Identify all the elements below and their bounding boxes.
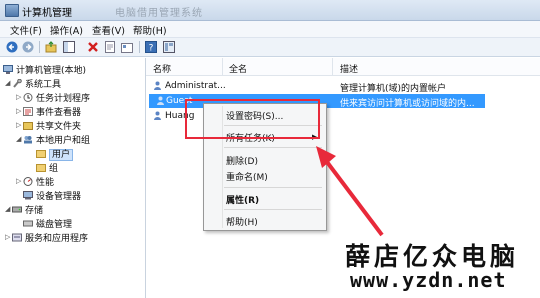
tree-item-label: 设备管理器 <box>36 192 82 202</box>
disk-icon <box>23 220 33 227</box>
tree-item-event-viewer[interactable]: ▷ 事件查看器 <box>16 105 82 118</box>
tree-item-system-tools[interactable]: ◢ 系统工具 <box>5 77 62 90</box>
expanded-arrow-icon[interactable]: ◢ <box>5 205 10 213</box>
performance-icon <box>23 177 33 186</box>
collapsed-arrow-icon[interactable]: ▷ <box>16 177 21 185</box>
show-hide-tree-icon[interactable] <box>63 41 75 53</box>
tree-item-storage[interactable]: ◢ 存储 <box>5 203 44 216</box>
tree-item-services-apps[interactable]: ▷ 服务和应用程序 <box>5 231 89 244</box>
help-icon[interactable]: ? <box>145 41 157 53</box>
mmc-icon[interactable] <box>163 41 175 53</box>
list-header: 名称 全名 描述 <box>146 58 540 76</box>
row-description: 管理计算机(域)的内置帐户 <box>340 84 447 94</box>
tree-item-task-scheduler[interactable]: ▷ 任务计划程序 <box>16 91 91 104</box>
tree-item-label: 存储 <box>25 206 44 216</box>
storage-icon <box>12 206 22 213</box>
menu-action[interactable]: 操作(A) <box>50 23 83 37</box>
toolbar-separator <box>39 41 40 53</box>
menu-divider <box>224 209 322 210</box>
tree-item-label: 组 <box>49 164 59 174</box>
tree-root[interactable]: 计算机管理(本地) <box>3 63 86 76</box>
folder-icon <box>36 164 46 172</box>
user-icon <box>157 96 164 105</box>
annotation-highlight-box <box>185 99 320 139</box>
column-header-fullname[interactable]: 全名 <box>229 62 247 75</box>
menu-item-properties[interactable]: 属性(R) <box>226 193 259 206</box>
tree-item-label: 本地用户和组 <box>36 136 91 146</box>
row-description: 供来宾访问计算机或访问域的内... <box>340 99 475 109</box>
svg-text:?: ? <box>149 44 154 54</box>
tree-item-local-users-groups[interactable]: ◢ 本地用户和组 <box>16 133 91 146</box>
collapsed-arrow-icon[interactable]: ▷ <box>16 121 21 129</box>
users-group-icon <box>24 136 32 144</box>
shared-folder-icon <box>23 122 33 130</box>
back-arrow-icon[interactable] <box>6 41 18 53</box>
tree-item-users[interactable]: 用户 <box>36 147 74 161</box>
device-manager-icon <box>23 191 33 200</box>
row-name: Administrat... <box>165 81 226 91</box>
export-list-icon[interactable] <box>121 41 133 53</box>
expanded-arrow-icon[interactable]: ◢ <box>5 79 10 87</box>
forward-arrow-icon[interactable] <box>22 41 34 53</box>
toolbar-separator <box>139 41 140 53</box>
delete-icon[interactable] <box>87 41 99 53</box>
expanded-arrow-icon[interactable]: ◢ <box>16 135 21 143</box>
menu-divider <box>224 187 322 188</box>
tree-item-groups[interactable]: 组 <box>36 161 58 174</box>
annotation-arrow-icon <box>316 146 384 237</box>
tree-item-disk-management[interactable]: 磁盘管理 <box>23 217 72 230</box>
clock-icon <box>23 93 33 102</box>
tree-item-label: 共享文件夹 <box>36 122 82 132</box>
tree-item-shared-folders[interactable]: ▷ 共享文件夹 <box>16 119 82 132</box>
tree-item-label: 系统工具 <box>25 80 62 90</box>
user-icon <box>154 81 161 90</box>
up-folder-icon[interactable] <box>45 41 57 53</box>
title-bar: 计算机管理 电脑借用管理系统 <box>0 0 540 21</box>
tree-item-label: 用户 <box>49 149 74 161</box>
tree-item-device-manager[interactable]: 设备管理器 <box>23 189 81 202</box>
table-row[interactable]: Administrat... 管理计算机(域)的内置帐户 <box>146 79 540 94</box>
menu-file[interactable]: 文件(F) <box>10 23 42 37</box>
collapsed-arrow-icon[interactable]: ▷ <box>16 93 21 101</box>
window-title: 计算机管理 <box>22 8 72 19</box>
blurred-title-text: 电脑借用管理系统 <box>115 8 203 19</box>
menu-item-delete[interactable]: 删除(D) <box>226 154 258 167</box>
tree-root-label: 计算机管理(本地) <box>16 66 87 76</box>
column-header-name[interactable]: 名称 <box>153 62 171 75</box>
toolbar: ? <box>0 38 540 57</box>
collapsed-arrow-icon[interactable]: ▷ <box>5 233 10 241</box>
computer-management-icon <box>5 4 19 17</box>
menu-divider <box>224 147 322 148</box>
tree-item-label: 服务和应用程序 <box>25 234 89 244</box>
tree-item-label: 磁盘管理 <box>36 220 73 230</box>
navigation-tree: 计算机管理(本地) ◢ 系统工具 ▷ 任务计划程序 ▷ 事件查看器 ▷ 共享文件… <box>0 58 146 298</box>
services-icon <box>12 233 22 242</box>
collapsed-arrow-icon[interactable]: ▷ <box>16 107 21 115</box>
menu-view[interactable]: 查看(V) <box>92 23 125 37</box>
menu-item-help[interactable]: 帮助(H) <box>226 215 258 228</box>
user-icon <box>154 111 161 120</box>
column-divider[interactable] <box>332 58 333 75</box>
computer-icon <box>3 65 13 74</box>
folder-icon <box>36 150 46 158</box>
menu-item-rename[interactable]: 重命名(M) <box>226 170 268 183</box>
tree-item-label: 任务计划程序 <box>36 94 91 104</box>
properties-icon[interactable] <box>104 41 116 53</box>
event-log-icon <box>23 107 33 116</box>
menu-bar: 文件(F) 操作(A) 查看(V) 帮助(H) <box>0 21 540 38</box>
tree-item-performance[interactable]: ▷ 性能 <box>16 175 55 188</box>
tools-icon <box>13 79 22 88</box>
watermark-url: www.yzdn.net <box>350 268 507 292</box>
tree-item-label: 事件查看器 <box>36 108 82 118</box>
tree-item-label: 性能 <box>36 178 55 188</box>
column-header-description[interactable]: 描述 <box>340 62 358 75</box>
menu-help[interactable]: 帮助(H) <box>133 23 167 37</box>
column-divider[interactable] <box>222 58 223 75</box>
